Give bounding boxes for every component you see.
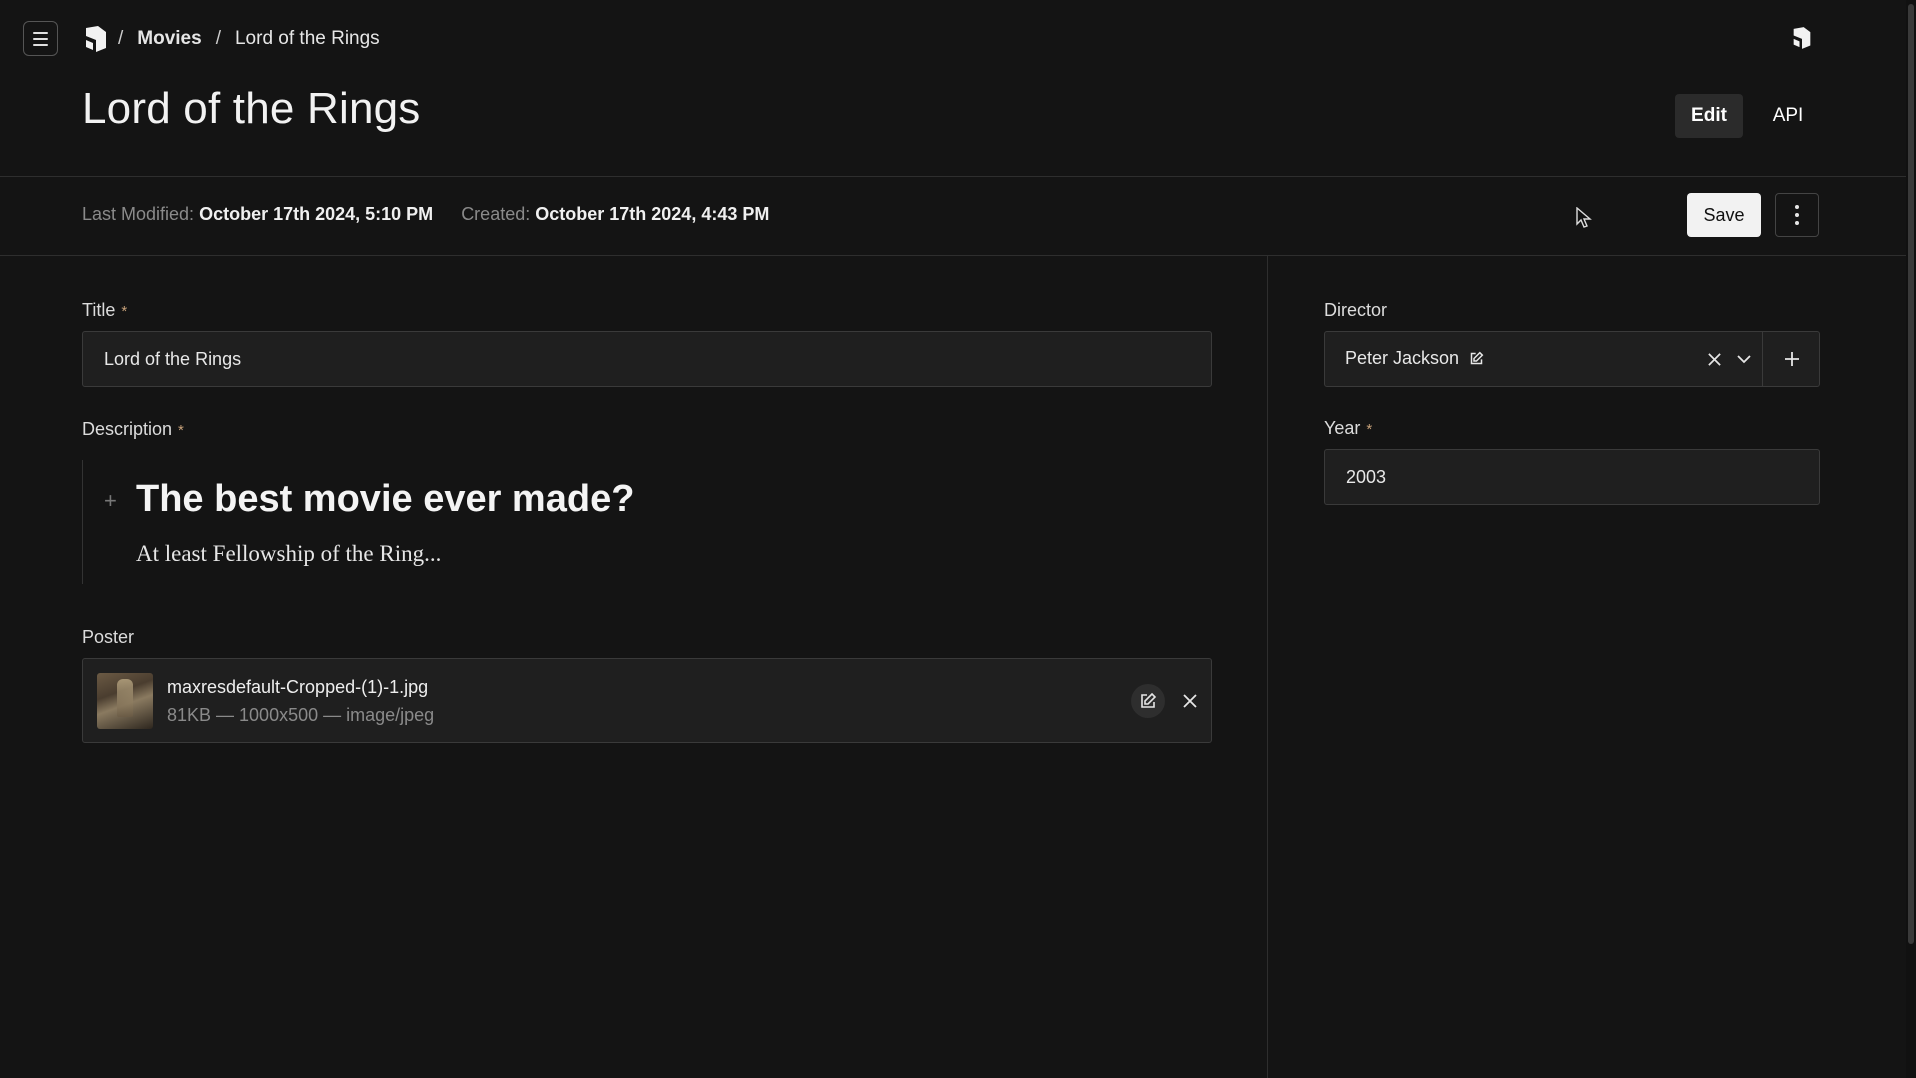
richtext-editor-border <box>82 460 83 584</box>
page-title: Lord of the Rings <box>82 84 421 133</box>
top-bar: / Movies / Lord of the Rings <box>0 0 1906 76</box>
director-label-text: Director <box>1324 300 1388 320</box>
x-icon <box>1183 694 1197 708</box>
chevron-down-icon <box>1737 355 1751 364</box>
breadcrumb-movies-link[interactable]: Movies <box>137 28 201 50</box>
divider <box>0 176 1906 177</box>
required-mark: * <box>1366 421 1373 438</box>
year-label-text: Year <box>1324 418 1361 438</box>
title-label-text: Title <box>82 300 116 320</box>
add-director-button[interactable] <box>1765 332 1819 386</box>
year-field-label: Year * <box>1324 418 1372 439</box>
poster-upload-card: maxresdefault-Cropped-(1)-1.jpg 81KB — 1… <box>82 658 1212 743</box>
director-value-text: Peter Jackson <box>1345 348 1460 368</box>
scrollbar-thumb[interactable] <box>1908 4 1914 944</box>
year-input[interactable]: 2003 <box>1324 449 1820 505</box>
mouse-cursor-icon <box>1576 207 1592 228</box>
last-modified: Last Modified: October 17th 2024, 5:10 P… <box>82 204 433 225</box>
select-divider <box>1762 332 1763 386</box>
description-label-text: Description <box>82 419 173 439</box>
last-modified-label: Last Modified: <box>82 204 195 224</box>
title-field-label: Title * <box>82 300 127 321</box>
pencil-square-icon <box>1141 692 1157 708</box>
created-label: Created: <box>461 204 531 224</box>
breadcrumb-separator: / <box>118 28 124 49</box>
document-meta: Last Modified: October 17th 2024, 5:10 P… <box>82 204 769 225</box>
hamburger-icon <box>33 31 48 34</box>
x-icon <box>1707 352 1721 366</box>
poster-field-label: Poster <box>82 627 134 648</box>
year-input-value: 2003 <box>1346 466 1387 487</box>
richtext-heading[interactable]: The best movie ever made? <box>136 478 634 521</box>
last-modified-value: October 17th 2024, 5:10 PM <box>199 204 434 224</box>
poster-filename[interactable]: maxresdefault-Cropped-(1)-1.jpg <box>167 677 428 698</box>
hamburger-icon-line <box>33 37 48 40</box>
edit-poster-button[interactable] <box>1131 684 1165 718</box>
title-input[interactable]: Lord of the Rings <box>82 331 1212 387</box>
title-input-value: Lord of the Rings <box>104 348 242 369</box>
director-field-label: Director <box>1324 300 1387 321</box>
payload-logo-icon[interactable] <box>84 26 108 52</box>
poster-file-details: 81KB — 1000x500 — image/jpeg <box>167 705 435 725</box>
breadcrumb: / Movies / Lord of the Rings <box>118 26 380 52</box>
pencil-square-icon[interactable] <box>1469 351 1484 366</box>
required-mark: * <box>178 422 184 439</box>
clear-director-button[interactable] <box>1701 346 1727 372</box>
poster-label-text: Poster <box>82 627 135 647</box>
vertical-ellipsis-icon <box>1795 205 1799 209</box>
required-mark: * <box>121 303 128 320</box>
ellipsis-dot <box>1795 213 1799 217</box>
breadcrumb-current: Lord of the Rings <box>234 28 380 49</box>
save-button[interactable]: Save <box>1687 193 1761 237</box>
hamburger-menu-button[interactable] <box>23 21 58 56</box>
created-value: October 17th 2024, 4:43 PM <box>535 204 770 224</box>
remove-poster-button[interactable] <box>1173 684 1207 718</box>
tab-edit[interactable]: Edit <box>1675 94 1743 138</box>
poster-thumbnail[interactable] <box>97 673 153 729</box>
divider <box>0 255 1906 256</box>
director-relationship-select[interactable]: Peter Jackson <box>1324 331 1820 387</box>
ellipsis-dot <box>1795 221 1799 225</box>
account-logo-icon[interactable] <box>1792 26 1812 50</box>
add-block-plus-icon[interactable]: + <box>104 488 117 514</box>
hamburger-icon-line <box>33 43 48 46</box>
director-dropdown-toggle[interactable] <box>1731 346 1757 372</box>
richtext-paragraph[interactable]: At least Fellowship of the Ring... <box>136 541 441 567</box>
page-scrollbar[interactable] <box>1906 0 1916 1078</box>
sidebar-divider <box>1267 256 1268 1078</box>
breadcrumb-separator: / <box>215 28 221 49</box>
description-field-label: Description * <box>82 419 184 440</box>
tab-api[interactable]: API <box>1762 94 1814 138</box>
director-selected-value[interactable]: Peter Jackson <box>1345 348 1484 369</box>
plus-icon <box>1785 352 1799 366</box>
created: Created: October 17th 2024, 4:43 PM <box>461 204 769 225</box>
more-options-button[interactable] <box>1775 193 1819 237</box>
